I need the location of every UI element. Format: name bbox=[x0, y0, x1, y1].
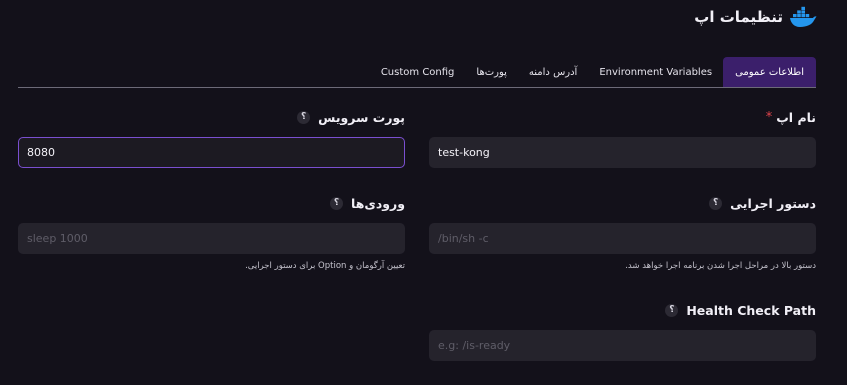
health-check-input[interactable] bbox=[429, 330, 816, 361]
settings-tabs: اطلاعات عمومی Environment Variables آدرس… bbox=[18, 57, 816, 88]
health-check-field: ؟ Health Check Path bbox=[429, 301, 816, 361]
required-mark: * bbox=[765, 109, 773, 125]
args-field: ورودی‌ها ؟ تعیین آرگومان و Option برای د… bbox=[18, 194, 405, 271]
command-field: دستور اجرایی ؟ دستور بالا در مراحل اجرا … bbox=[429, 194, 816, 271]
tab-custom-config[interactable]: Custom Config bbox=[370, 57, 466, 87]
command-label: دستور اجرایی bbox=[730, 195, 816, 211]
app-settings-page: تنظیمات اپ اطلاعات عمومی Environment Var… bbox=[0, 0, 847, 385]
args-input[interactable] bbox=[18, 223, 405, 254]
service-port-label: پورت سرویس bbox=[318, 109, 405, 125]
app-name-input[interactable] bbox=[429, 137, 816, 168]
service-port-input[interactable] bbox=[18, 137, 405, 168]
help-icon[interactable]: ؟ bbox=[297, 110, 311, 124]
help-icon[interactable]: ؟ bbox=[665, 303, 679, 317]
tab-general-info[interactable]: اطلاعات عمومی bbox=[723, 57, 816, 87]
args-hint: تعیین آرگومان و Option برای دستور اجرایی… bbox=[245, 261, 405, 271]
tab-environment-variables[interactable]: Environment Variables bbox=[588, 57, 723, 87]
tab-domain-address[interactable]: آدرس دامنه bbox=[518, 57, 588, 87]
health-check-label: Health Check Path bbox=[686, 302, 816, 318]
help-icon[interactable]: ؟ bbox=[330, 196, 344, 210]
service-port-field: پورت سرویس ؟ bbox=[18, 108, 405, 168]
page-header: تنظیمات اپ bbox=[694, 6, 817, 28]
app-name-field: نام اپ * bbox=[429, 108, 816, 168]
help-icon[interactable]: ؟ bbox=[709, 196, 723, 210]
page-title: تنظیمات اپ bbox=[694, 8, 783, 26]
command-input[interactable] bbox=[429, 223, 816, 254]
tab-ports[interactable]: پورت‌ها bbox=[465, 57, 518, 87]
app-name-label: نام اپ bbox=[776, 109, 816, 125]
docker-whale-icon bbox=[790, 6, 817, 27]
command-hint: دستور بالا در مراحل اجرا شدن برنامه اجرا… bbox=[625, 261, 816, 271]
args-label: ورودی‌ها bbox=[351, 195, 405, 211]
